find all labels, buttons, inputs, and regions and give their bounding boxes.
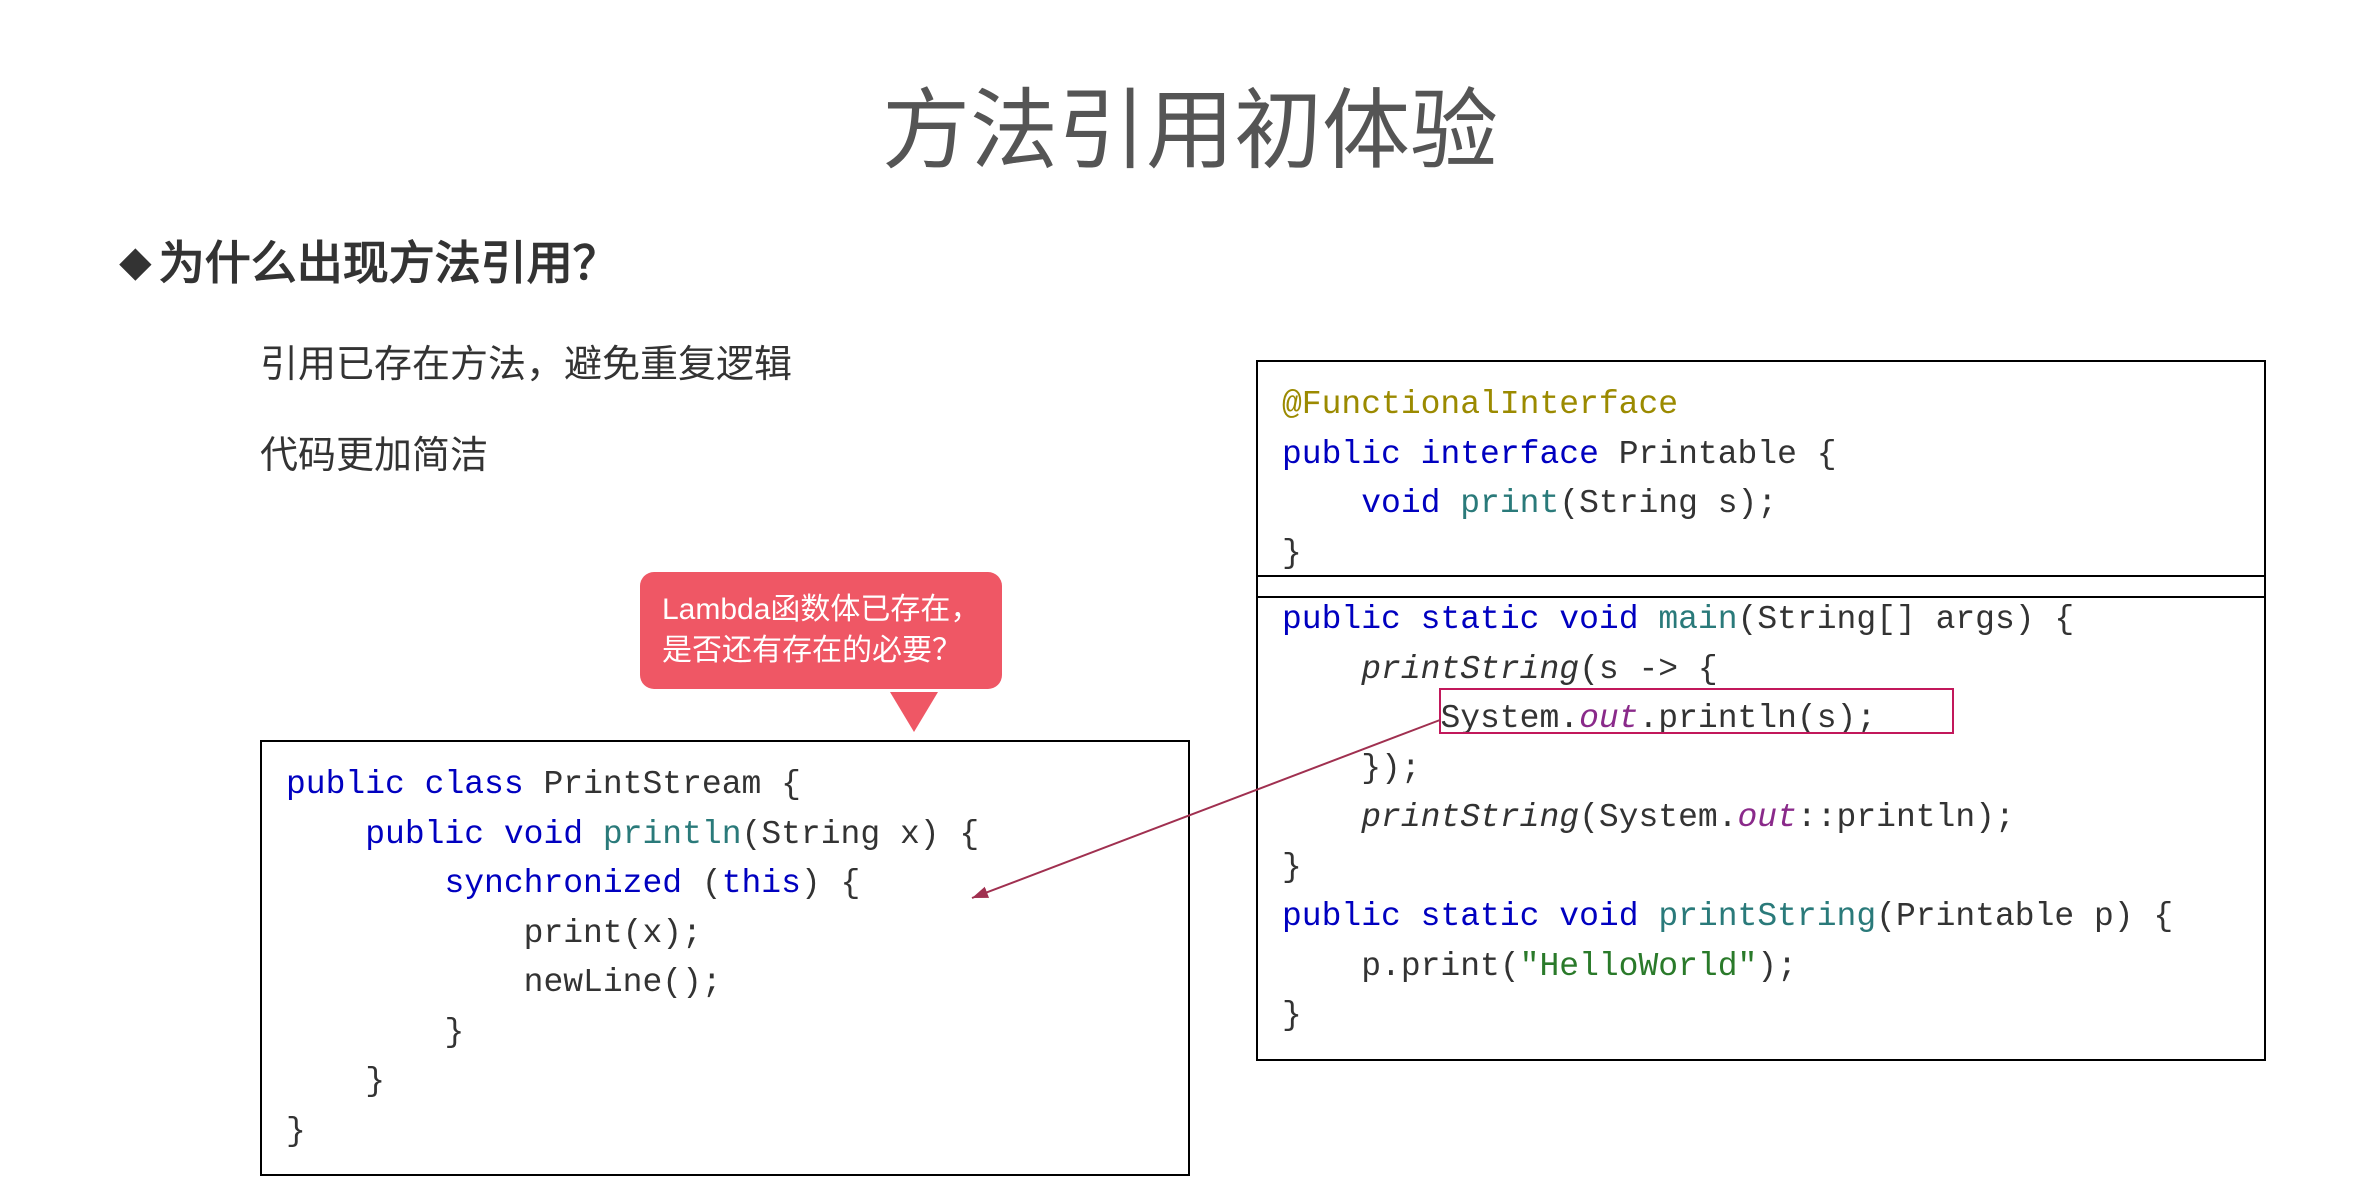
callout-tail-icon xyxy=(890,692,938,732)
code-block-printstream: public class PrintStream { public void p… xyxy=(260,740,1190,1176)
callout-bubble: Lambda函数体已存在， 是否还有存在的必要？ xyxy=(640,572,1002,689)
highlight-box xyxy=(1439,688,1954,734)
callout-line: 是否还有存在的必要？ xyxy=(662,634,962,667)
slide-title: 方法引用初体验 xyxy=(110,60,2270,187)
slide: 方法引用初体验 ◆为什么出现方法引用？ 引用已存在方法，避免重复逻辑 代码更加简… xyxy=(0,0,2380,1184)
subhead-text: 为什么出现方法引用？ xyxy=(159,237,619,289)
slide-subheading: ◆为什么出现方法引用？ xyxy=(120,227,2270,293)
callout-line: Lambda函数体已存在， xyxy=(662,593,980,626)
code-block-interface: @FunctionalInterface public interface Pr… xyxy=(1256,360,2266,598)
code-block-main: public static void main(String[] args) {… xyxy=(1256,575,2266,1061)
diamond-icon: ◆ xyxy=(120,240,151,284)
